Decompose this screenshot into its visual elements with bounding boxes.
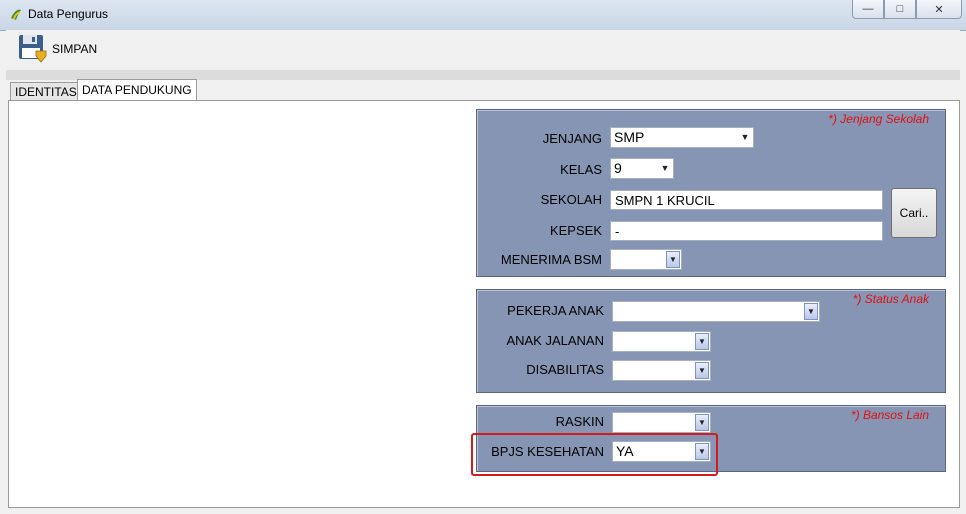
save-button[interactable]: SIMPAN	[18, 34, 97, 64]
anak-jalanan-select[interactable]: ▼	[612, 331, 711, 352]
disabilitas-select[interactable]: ▼	[612, 360, 711, 381]
kepsek-label: KEPSEK	[549, 223, 602, 238]
chevron-down-icon[interactable]: ▼	[695, 333, 709, 350]
jenjang-value: SMP	[614, 129, 645, 145]
group-caption: *) Bansos Lain	[850, 408, 929, 422]
group-caption: *) Jenjang Sekolah	[828, 112, 929, 126]
jenjang-label: JENJANG	[542, 131, 602, 146]
floppy-disk-icon	[19, 35, 47, 63]
chevron-down-icon[interactable]: ▼	[695, 414, 709, 431]
raskin-label: RASKIN	[555, 414, 604, 429]
title-bar: Data Pengurus — □ ✕	[0, 0, 966, 31]
sekolah-value: SMPN 1 KRUCIL	[615, 193, 715, 208]
raskin-select[interactable]: ▼	[612, 412, 711, 433]
kelas-value: 9	[614, 160, 622, 176]
window-title: Data Pengurus	[28, 7, 109, 21]
minimize-icon[interactable]: —	[852, 0, 884, 19]
sekolah-field[interactable]: SMPN 1 KRUCIL	[610, 190, 883, 210]
bsm-label: MENERIMA BSM	[500, 252, 602, 267]
toolbar: SIMPAN	[6, 30, 960, 70]
tab-data-pendukung[interactable]: DATA PENDUKUNG	[77, 79, 197, 102]
group-caption: *) Status Anak	[852, 292, 929, 306]
disabilitas-label: DISABILITAS	[526, 362, 604, 377]
kelas-label: KELAS	[560, 162, 602, 177]
bsm-select[interactable]: ▼	[610, 249, 682, 270]
save-label: SIMPAN	[52, 42, 98, 56]
close-icon[interactable]: ✕	[916, 0, 962, 19]
tab-identitas[interactable]: IDENTITAS	[10, 82, 82, 101]
anak-jalanan-label: ANAK JALANAN	[506, 333, 604, 348]
kepsek-value: -	[615, 224, 620, 239]
highlight-box	[471, 433, 718, 476]
app-icon	[11, 9, 21, 20]
maximize-icon[interactable]: □	[884, 0, 916, 19]
sekolah-label: SEKOLAH	[540, 192, 602, 207]
chevron-down-icon[interactable]: ▼	[804, 303, 818, 320]
cari-button[interactable]: Cari..	[891, 188, 937, 238]
pekerja-anak-label: PEKERJA ANAK	[507, 303, 604, 318]
chevron-down-icon[interactable]: ▼	[666, 251, 680, 268]
jenjang-select[interactable]: SMP ▼	[610, 127, 754, 148]
kepsek-field[interactable]: -	[610, 221, 883, 241]
chevron-down-icon[interactable]: ▼	[695, 362, 709, 379]
pekerja-anak-select[interactable]: ▼	[612, 301, 820, 322]
chevron-down-icon[interactable]: ▼	[658, 160, 672, 177]
kelas-select[interactable]: 9 ▼	[610, 158, 674, 179]
chevron-down-icon[interactable]: ▼	[738, 129, 752, 146]
